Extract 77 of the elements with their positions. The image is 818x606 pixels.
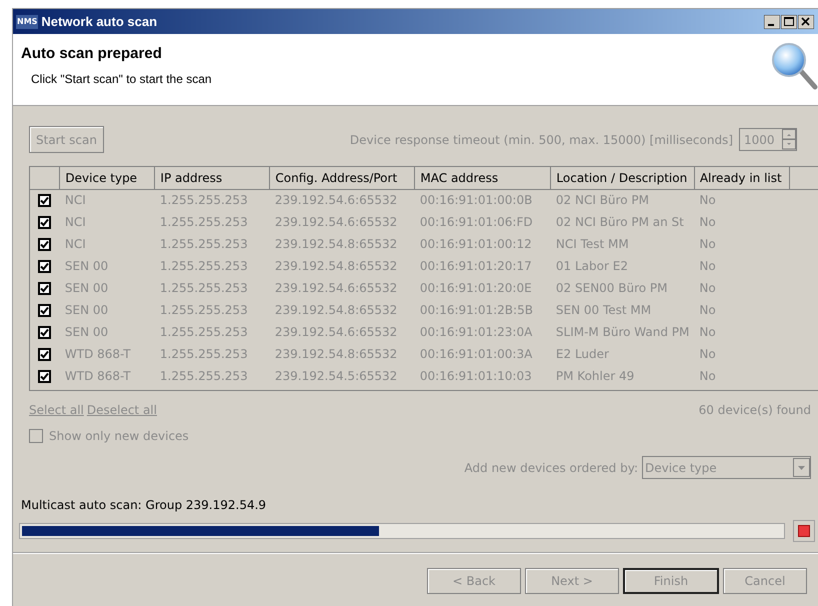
table-cell-text: 239.192.54.8:65532 [274,302,398,319]
table-cell-text: SEN 00 Test MM [554,302,652,319]
table-cell-text: 239.192.54.6:65532 [274,324,398,341]
table-cell-text: SEN 00 [64,324,110,341]
table-cell-text: 239.192.54.8:65532 [274,236,398,253]
close-icon[interactable] [798,14,814,28]
order-label: Add new devices ordered by: [464,460,638,476]
maximize-icon[interactable] [781,14,797,28]
table-cell-text: WTD 868-T [64,368,132,385]
table-cell: 239.192.54.6:65532 [270,189,415,211]
minimize-icon[interactable] [764,14,780,28]
stop-icon [798,525,810,537]
table-cell-text: 02 SEN00 Büro PM [554,280,669,297]
table-cell: 00:16:91:01:00:0B [414,189,551,211]
column-header[interactable]: IP address [154,167,270,189]
found-count: 60 device(s) found [698,402,811,419]
table-cell-text: 00:16:91:01:06:FD [418,214,534,231]
table-cell-text: 1.255.255.253 [158,214,249,231]
column-header[interactable]: Already in list [694,167,790,189]
table-cell-text: 00:16:91:01:10:03 [418,368,533,385]
magnifier-icon [769,40,818,92]
table-cell-text: SEN 00 [64,280,110,297]
column-header[interactable]: Location / Description [550,167,694,189]
table-cell-text: No [698,368,717,385]
table-cell-text: 239.192.54.6:65532 [274,280,398,297]
column-header[interactable]: Config. Address/Port [270,167,415,189]
table-cell-text: 239.192.54.6:65532 [274,214,398,231]
stop-button[interactable] [793,520,815,542]
table-cell-text: No [698,214,717,231]
scan-status-text: Multicast auto scan: Group 239.192.54.9 [21,497,268,514]
table-cell-text: No [698,236,717,253]
column-header[interactable]: MAC address [414,167,551,189]
header-title: Auto scan prepared [21,44,163,64]
table-cell-text: NCI [64,236,87,253]
table-cell-text: NCI [64,214,87,231]
table-cell-text: E2 Luder [554,346,610,363]
table-cell-text: 1.255.255.253 [158,302,249,319]
table-cell-text: 00:16:91:01:23:0A [418,324,534,341]
table-cell-text: NCI Test MM [554,236,630,253]
table-cell-text: 239.192.54.5:65532 [274,368,398,385]
table-cell-text: 239.192.54.8:65532 [274,258,398,275]
table-cell-text: 1.255.255.253 [158,368,249,385]
table-cell-text: No [698,302,717,319]
table-cell-text: 1.255.255.253 [158,280,249,297]
table-cell-text: No [698,280,717,297]
table-cell-text: 1.255.255.253 [158,324,249,341]
table-cell: 1.255.255.253 [154,189,270,211]
header-subtitle: Click "Start scan" to start the scan [31,71,213,88]
window-title: Network auto scan [41,12,158,31]
table-cell-text: 00:16:91:01:00:12 [418,236,533,253]
timeout-label: Device response timeout (min. 500, max. 15000) [milliseconds] [350,132,733,148]
table-cell-text: PM Kohler 49 [554,368,636,385]
table-cell-text: 00:16:91:01:20:17 [418,258,533,275]
table-cell: NCI [60,189,155,211]
table-cell-text: 1.255.255.253 [158,346,249,363]
table-cell-text: No [698,258,717,275]
table-cell-text: WTD 868-T [64,346,132,363]
table-cell-text: 239.192.54.8:65532 [274,346,398,363]
table-cell-text: 00:16:91:01:2B:5B [418,302,534,319]
table-cell-text: No [698,324,717,341]
select-all-link[interactable]: Select all [29,401,84,419]
table-cell-text: 02 NCI Büro PM an St [554,214,685,231]
table-cell-text: SLIM-M Büro Wand PM [554,324,690,341]
table-cell: 02 NCI Büro PM [550,189,694,211]
table-cell-text: 01 Labor E2 [554,258,629,275]
app-badge: NMS [16,14,38,28]
table-cell: No [694,189,790,211]
table-cell-text: No [698,346,717,363]
table-cell-text: 1.255.255.253 [158,258,249,275]
column-header[interactable]: Device type [60,167,155,189]
table-cell-text: 00:16:91:01:20:0E [418,280,533,297]
table-cell-text: SEN 00 [64,302,110,319]
table-cell-text: SEN 00 [64,258,110,275]
deselect-all-link[interactable]: Deselect all [86,401,157,419]
checkbox-label: Show only new devices [49,428,189,445]
table-cell-text: 1.255.255.253 [158,236,249,253]
table-cell-text: 00:16:91:01:00:3A [418,346,534,363]
